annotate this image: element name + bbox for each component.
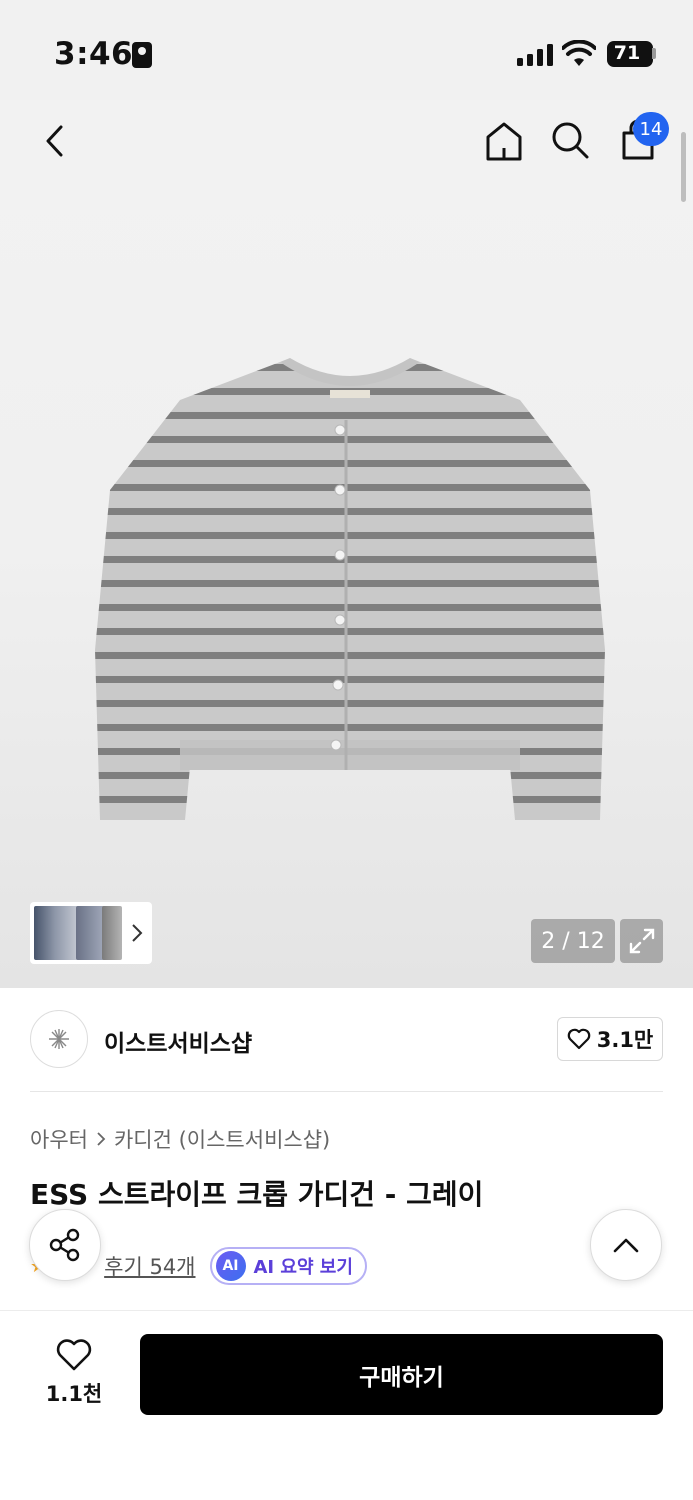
- scrollbar[interactable]: [681, 132, 686, 202]
- breadcrumb: 아우터 카디건 (이스트서비스샵): [30, 1124, 330, 1154]
- ai-icon: AI: [215, 1251, 246, 1281]
- status-time: 3:46: [54, 36, 134, 72]
- share-button[interactable]: [29, 1209, 101, 1281]
- search-icon: [552, 122, 589, 159]
- scroll-top-button[interactable]: [590, 1209, 662, 1281]
- shop-like-button[interactable]: 3.1만: [557, 1017, 663, 1061]
- heart-icon: [567, 1028, 591, 1050]
- ai-summary-button[interactable]: AI AI 요약 보기: [209, 1247, 367, 1285]
- review-link[interactable]: 후기 54개: [104, 1251, 195, 1281]
- thumbnail-image: [34, 906, 80, 960]
- heart-icon: [56, 1339, 92, 1371]
- wishlist-count: 1.1천: [45, 1382, 103, 1406]
- divider: [30, 1091, 663, 1092]
- shop-logo[interactable]: [30, 1010, 88, 1068]
- contact-card-icon: [132, 42, 152, 68]
- wifi-icon: [562, 40, 596, 66]
- image-counter: 2 / 12: [531, 919, 615, 963]
- status-bar: 3:46 71: [0, 0, 693, 100]
- chevron-right-icon: [132, 924, 143, 942]
- product-title: ESS 스트라이프 크롭 가디건 - 그레이: [30, 1178, 484, 1211]
- battery-icon: 71: [607, 41, 653, 67]
- battery-level: 71: [613, 42, 641, 64]
- wishlist-button[interactable]: 1.1천: [40, 1338, 108, 1408]
- shop-like-count: 3.1만: [596, 1028, 654, 1052]
- home-button[interactable]: [482, 118, 526, 164]
- product-image: [95, 358, 605, 820]
- cellular-signal-icon: [517, 44, 553, 66]
- bottom-bar-divider: [0, 1310, 693, 1311]
- chevron-right-icon: [97, 1132, 106, 1146]
- product-page: 3:46 71 14 2 / 12 이스트서비스샵 3.1만 아우터 카디건 (…: [0, 0, 693, 1500]
- thumbnail-image: [102, 906, 122, 960]
- fullscreen-button[interactable]: [620, 919, 663, 963]
- cart-count-badge: 14: [633, 112, 669, 146]
- breadcrumb-category[interactable]: 아우터: [30, 1124, 88, 1154]
- buy-button[interactable]: 구매하기: [140, 1334, 663, 1415]
- battery-tip: [652, 48, 656, 59]
- breadcrumb-subcategory[interactable]: 카디건 (이스트서비스샵): [114, 1124, 330, 1154]
- shop-name[interactable]: 이스트서비스샵: [104, 1024, 252, 1058]
- chevron-left-icon: [46, 125, 63, 157]
- search-button[interactable]: [548, 118, 592, 162]
- expand-icon: [629, 928, 654, 954]
- ai-summary-label: AI 요약 보기: [253, 1257, 353, 1278]
- share-icon: [49, 1228, 80, 1262]
- shop-logo-icon: [49, 1029, 69, 1049]
- back-button[interactable]: [34, 120, 74, 162]
- chevron-up-icon: [613, 1238, 639, 1253]
- home-icon: [486, 122, 522, 161]
